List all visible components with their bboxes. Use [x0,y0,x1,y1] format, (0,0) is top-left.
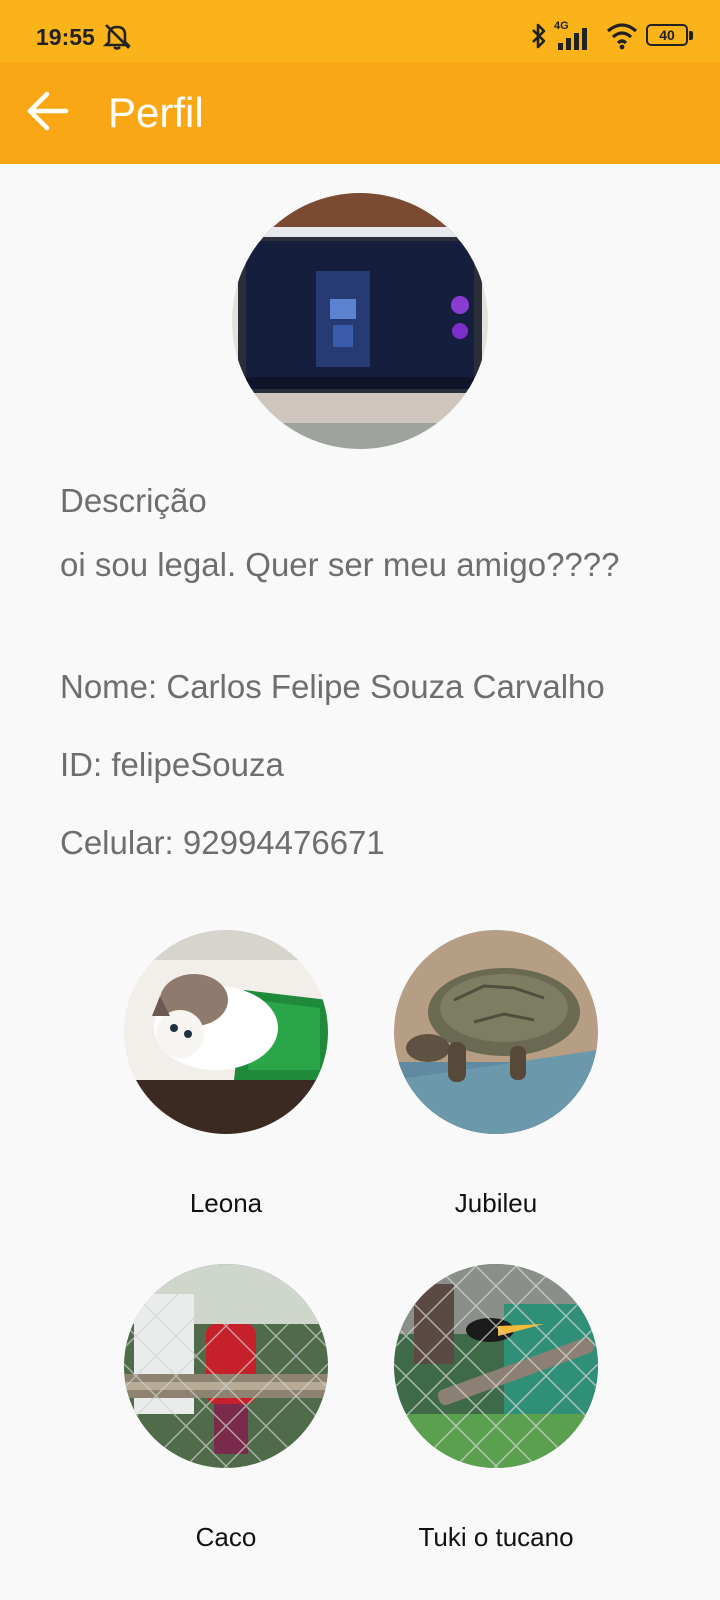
back-button[interactable] [20,86,74,140]
page-title: Perfil [108,89,204,136]
signal-icon [556,26,590,55]
id-field: ID: felipeSouza [60,746,284,783]
status-time: 19:55 [36,24,95,50]
battery-tip [689,31,693,40]
arrow-left-icon [25,91,69,136]
pet-photo-tuki[interactable] [394,1264,598,1468]
description-label: Descrição [60,482,207,519]
battery-level: 40 [659,27,675,43]
pet-name-leona[interactable]: Leona [124,1188,328,1219]
name-field: Nome: Carlos Felipe Souza Carvalho [60,668,605,705]
status-icons: 4G 40 [520,20,720,55]
pet-photo-jubileu[interactable] [394,930,598,1134]
pet-name-tuki[interactable]: Tuki o tucano [394,1522,598,1553]
bluetooth-icon [530,22,548,55]
status-bar: 19:55 4G 40 [0,0,720,62]
mute-alarm-icon [102,22,132,55]
pet-name-jubileu[interactable]: Jubileu [394,1188,598,1219]
battery-icon: 40 [646,24,688,46]
app-bar: Perfil [0,62,720,164]
profile-photo[interactable] [232,193,488,449]
pet-name-caco[interactable]: Caco [124,1522,328,1553]
description-text: oi sou legal. Quer ser meu amigo???? [60,546,620,583]
pet-photo-caco[interactable] [124,1264,328,1468]
phone-field: Celular: 92994476671 [60,824,385,861]
wifi-icon [606,22,638,55]
pet-photo-leona[interactable] [124,930,328,1134]
